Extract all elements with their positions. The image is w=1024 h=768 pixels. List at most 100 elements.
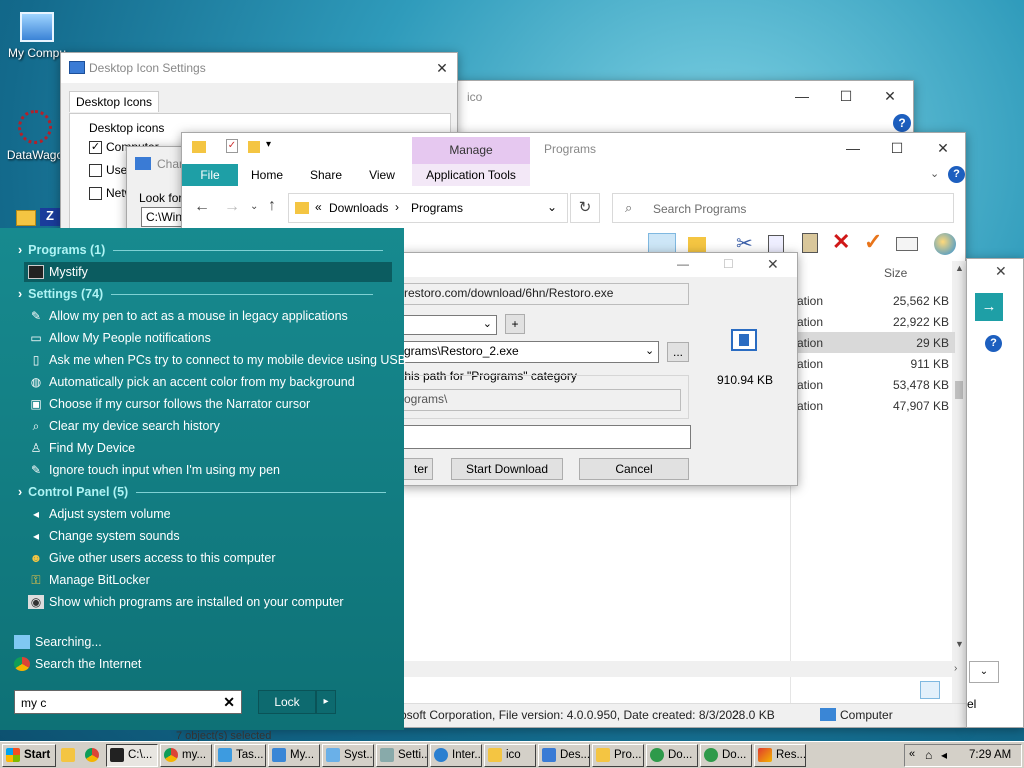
breadcrumb-downloads[interactable]: Downloads	[329, 201, 388, 215]
folder-dropdown-icon[interactable]	[688, 237, 706, 253]
breadcrumb-programs[interactable]: Programs	[411, 201, 463, 215]
network-globe-icon[interactable]	[934, 233, 956, 255]
folder-icon[interactable]	[16, 210, 36, 226]
column-header-size[interactable]: Size	[884, 266, 907, 280]
taskbar-button-my-computer[interactable]: My...	[268, 743, 320, 767]
maximize-button[interactable]: ☐	[723, 257, 734, 271]
list-item[interactable]: ✎ Ignore touch input when I'm using my pe…	[28, 460, 280, 480]
minimize-button[interactable]: —	[830, 133, 876, 163]
add-category-button[interactable]: +	[505, 314, 525, 334]
tab-share[interactable]: Share	[302, 168, 350, 182]
tab-view[interactable]: View	[360, 168, 404, 182]
close-button[interactable]: ✕	[867, 81, 913, 111]
table-row[interactable]: ation 25,562 KB	[797, 290, 955, 311]
download-later-button[interactable]: ter	[399, 458, 433, 480]
start-button[interactable]: Start	[2, 743, 56, 767]
taskbar-button-desktop[interactable]: Des...	[538, 743, 590, 767]
taskbar-button-download-2[interactable]: Do...	[700, 743, 752, 767]
overflow-chevron-icon[interactable]: «	[315, 200, 322, 214]
quick-access-folder-icon[interactable]	[192, 141, 206, 153]
taskbar-button-ico[interactable]: ico	[484, 743, 536, 767]
delete-icon[interactable]: ✕	[832, 229, 850, 255]
scroll-down-icon[interactable]: ▼	[955, 639, 964, 649]
taskbar-button-7zip[interactable]: C:\...	[106, 743, 158, 767]
scroll-thumb[interactable]	[955, 381, 963, 399]
details-view-button[interactable]	[920, 681, 940, 699]
cancel-button[interactable]: Cancel	[579, 458, 689, 480]
horizontal-scrollbar[interactable]	[404, 661, 966, 677]
download-dialog[interactable]: — ☐ ✕ restoro.com/download/6hn/Restoro.e…	[398, 252, 798, 486]
table-row[interactable]: ation 911 KB	[797, 353, 955, 374]
save-as-field[interactable]: grams\Restoro_2.exe	[399, 341, 659, 363]
properties-icon[interactable]: ✓	[226, 139, 238, 153]
group-settings[interactable]: › Settings (74)	[18, 284, 374, 304]
list-item[interactable]: ◍ Automatically pick an accent color from…	[28, 372, 355, 392]
search-box[interactable]: ⌕ Search Programs	[612, 193, 954, 223]
tray-expand-icon[interactable]: «	[909, 748, 915, 760]
taskbar-button-settings[interactable]: Setti...	[376, 743, 428, 767]
checkbox-user[interactable]: User	[89, 163, 131, 177]
copy-icon[interactable]	[768, 235, 784, 253]
scroll-right-icon[interactable]: ›	[954, 663, 957, 674]
taskbar-button-task-manager[interactable]: Tas...	[214, 743, 266, 767]
maximize-button[interactable]: ☐	[823, 81, 869, 111]
up-button[interactable]: ↑	[268, 197, 276, 215]
description-field[interactable]	[399, 425, 691, 449]
list-item[interactable]: ◂ Adjust system volume	[28, 504, 171, 524]
close-button[interactable]: ✕	[995, 263, 1007, 280]
network-icon[interactable]: ⌂	[925, 748, 932, 762]
minimize-button[interactable]: —	[677, 257, 689, 271]
taskbar-button-chrome[interactable]: my...	[160, 743, 212, 767]
minimize-button[interactable]: —	[779, 81, 825, 111]
zip-icon[interactable]: Z	[40, 208, 60, 226]
browse-button[interactable]: ...	[667, 342, 689, 362]
taskbar-button-restoro[interactable]: Res...	[754, 743, 806, 767]
dropdown-button[interactable]: ⌄	[969, 661, 999, 683]
list-item-mystify[interactable]: Mystify	[28, 262, 88, 282]
customize-dropdown-icon[interactable]: ▾	[266, 139, 271, 150]
start-search-input[interactable]: my c ✕	[14, 690, 242, 714]
list-item[interactable]: ⚿ Manage BitLocker	[28, 570, 149, 590]
group-programs[interactable]: › Programs (1)	[18, 240, 384, 260]
quicklaunch-chrome-icon[interactable]	[82, 743, 104, 767]
list-item[interactable]: ◂ Change system sounds	[28, 526, 180, 546]
address-bar[interactable]: « Downloads › Programs ⌄	[288, 193, 568, 223]
start-menu[interactable]: › Programs (1) Mystify › Settings (74) ✎…	[0, 228, 406, 730]
list-item[interactable]: ⌕ Clear my device search history	[28, 416, 220, 436]
new-folder-icon[interactable]	[248, 141, 260, 153]
table-row[interactable]: ation 29 KB	[797, 332, 955, 353]
category-path-field[interactable]: ograms\	[399, 389, 681, 411]
help-icon[interactable]: ?	[893, 114, 911, 132]
maximize-button[interactable]: ☐	[874, 133, 920, 163]
recent-dropdown-icon[interactable]: ⌄	[250, 201, 258, 212]
url-field[interactable]: restoro.com/download/6hn/Restoro.exe	[399, 283, 689, 305]
table-row[interactable]: ation 53,478 KB	[797, 374, 955, 395]
taskbar-button-internet[interactable]: Inter...	[430, 743, 482, 767]
ico-window[interactable]: ico — ☐ ✕ ?	[456, 80, 914, 140]
list-item[interactable]: ♙ Find My Device	[28, 438, 136, 458]
clock[interactable]: 7:29 AM	[969, 749, 1011, 761]
list-item[interactable]: ▭ Allow My People notifications	[28, 328, 211, 348]
volume-icon[interactable]: ◂	[941, 748, 947, 762]
taskbar-button-programs[interactable]: Pro...	[592, 743, 644, 767]
search-internet-link[interactable]: Search the Internet	[14, 654, 141, 674]
table-row[interactable]: ation 47,907 KB	[797, 395, 955, 416]
list-item[interactable]: ☻ Give other users access to this compute…	[28, 548, 276, 568]
close-button[interactable]: ✕	[419, 53, 465, 83]
tab-application-tools[interactable]: Application Tools	[414, 168, 528, 182]
save-as-dropdown-icon[interactable]: ⌄	[645, 344, 654, 357]
help-icon[interactable]: ?	[948, 166, 965, 183]
list-item[interactable]: ◉ Show which programs are installed on yo…	[28, 592, 344, 612]
list-item[interactable]: ▯ Ask me when PCs try to connect to my mo…	[28, 350, 406, 370]
forward-button[interactable]: →	[224, 198, 240, 216]
large-icons-view-button[interactable]	[944, 681, 962, 699]
group-control-panel[interactable]: › Control Panel (5)	[18, 482, 387, 502]
next-arrow-button[interactable]: →	[975, 293, 1003, 321]
address-dropdown-icon[interactable]: ⌄	[547, 200, 557, 214]
power-options-arrow-icon[interactable]: ▸	[316, 690, 336, 714]
help-icon[interactable]: ?	[985, 335, 1002, 352]
lock-button[interactable]: Lock	[258, 690, 316, 714]
table-row[interactable]: ation 22,922 KB	[797, 311, 955, 332]
taskbar-button-download-1[interactable]: Do...	[646, 743, 698, 767]
paste-icon[interactable]	[802, 233, 818, 253]
